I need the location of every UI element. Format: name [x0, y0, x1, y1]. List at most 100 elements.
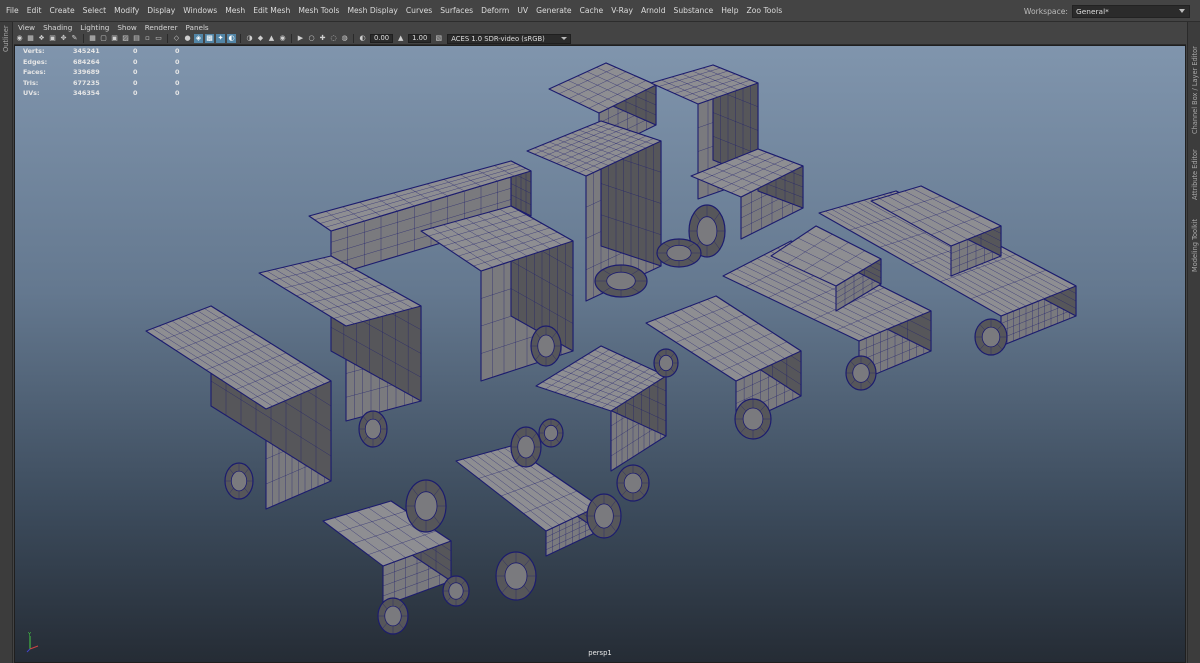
view-transform-icon[interactable]: ▧ [434, 34, 443, 43]
grease-pencil-icon[interactable]: ✎ [70, 34, 79, 43]
hud-v1: 684264 [73, 57, 100, 66]
menu-deform[interactable]: Deform [477, 0, 513, 22]
gamma-field[interactable]: 1.00 [408, 34, 432, 43]
workspace-dropdown[interactable]: General* [1072, 4, 1190, 18]
camera-name-label: persp1 [588, 649, 612, 657]
menu-uv[interactable]: UV [513, 0, 532, 22]
menu-mesh[interactable]: Mesh [221, 0, 249, 22]
svg-text:Y: Y [27, 632, 32, 638]
safe-title-icon[interactable]: ▭ [154, 34, 163, 43]
right-panel-strip: Channel Box / Layer Editor Attribute Edi… [1187, 22, 1200, 663]
menu-zoo-tools[interactable]: Zoo Tools [743, 0, 787, 22]
menu-edit-mesh[interactable]: Edit Mesh [249, 0, 294, 22]
film-gate-icon[interactable]: ▢ [99, 34, 108, 43]
xray-icon[interactable]: ○ [307, 34, 316, 43]
menu-display[interactable]: Display [143, 0, 179, 22]
modeling-toolkit-tab[interactable]: Modeling Toolkit [1191, 219, 1199, 272]
workspace-value: General* [1076, 6, 1109, 16]
menu-windows[interactable]: Windows [179, 0, 221, 22]
hud-label: UVs: [23, 89, 40, 98]
hud-v3: 0 [175, 57, 180, 66]
isolate-select-icon[interactable]: ▶ [296, 34, 305, 43]
menu-mesh-tools[interactable]: Mesh Tools [294, 0, 343, 22]
hud-v1: 339689 [73, 68, 100, 77]
chevron-down-icon [561, 37, 568, 40]
colorspace-value: ACES 1.0 SDR-video (sRGB) [451, 34, 545, 43]
menu-surfaces[interactable]: Surfaces [436, 0, 477, 22]
hud-v2: 0 [133, 89, 138, 98]
menu-v-ray[interactable]: V-Ray [607, 0, 637, 22]
textured-icon[interactable]: ▩ [205, 34, 214, 43]
safe-action-icon[interactable]: ▫ [143, 34, 152, 43]
menu-edit[interactable]: Edit [23, 0, 46, 22]
channel-box-tab[interactable]: Channel Box / Layer Editor [1191, 46, 1199, 134]
panel-menu-renderer[interactable]: Renderer [141, 22, 182, 33]
chevron-down-icon [1179, 9, 1185, 13]
colorspace-dropdown[interactable]: ACES 1.0 SDR-video (sRGB) [447, 33, 572, 44]
camera-select-icon[interactable]: ◉ [15, 34, 24, 43]
menu-cache[interactable]: Cache [576, 0, 608, 22]
camera-attributes-icon[interactable]: ▦ [26, 34, 35, 43]
2d-pan-icon[interactable]: ✥ [59, 34, 68, 43]
bookmark-icon[interactable]: ❖ [37, 34, 46, 43]
menu-select[interactable]: Select [79, 0, 110, 22]
hud-v1: 345241 [73, 47, 100, 56]
menu-generate[interactable]: Generate [532, 0, 575, 22]
exposure-icon[interactable]: ◐ [358, 34, 367, 43]
viewport-persp[interactable]: Verts: 345241 0 0 Edges: 684264 0 0 Faces: 339689… [14, 45, 1186, 663]
toolbar-separator [167, 34, 168, 43]
field-chart-icon[interactable]: ▤ [132, 34, 141, 43]
use-lights-icon[interactable]: ✦ [216, 34, 225, 43]
hud-v2: 0 [133, 68, 138, 77]
hud-row: Faces: 339689 0 0 [23, 67, 179, 78]
toolbar-separator [83, 34, 84, 43]
motion-blur-icon[interactable]: ◆ [256, 34, 265, 43]
wireframe-on-shaded-icon[interactable]: ◈ [194, 34, 203, 43]
panel-menu-bar: View Shading Lighting Show Renderer Panels [14, 22, 1186, 33]
menu-help[interactable]: Help [717, 0, 742, 22]
menu-substance[interactable]: Substance [670, 0, 718, 22]
menu-create[interactable]: Create [45, 0, 78, 22]
hud-v2: 0 [133, 57, 138, 66]
screen-space-ao-icon[interactable]: ◑ [245, 34, 254, 43]
hud-v2: 0 [133, 78, 138, 87]
xray-active-icon[interactable]: ◌ [329, 34, 338, 43]
workspace-label: Workspace: [1023, 6, 1068, 16]
anti-aliasing-icon[interactable]: ▲ [267, 34, 276, 43]
exposure-field[interactable]: 0.00 [370, 34, 394, 43]
xray-joints-icon[interactable]: ✚ [318, 34, 327, 43]
panel-menu-panels[interactable]: Panels [182, 22, 213, 33]
hud-row: UVs: 346354 0 0 [23, 88, 179, 99]
panel-menu-show[interactable]: Show [113, 22, 140, 33]
shadows-icon[interactable]: ◐ [227, 34, 236, 43]
menu-modify[interactable]: Modify [110, 0, 143, 22]
outliner-tab[interactable]: Outliner [2, 25, 10, 52]
menu-curves[interactable]: Curves [402, 0, 436, 22]
hud-label: Edges: [23, 57, 48, 66]
menu-mesh-display[interactable]: Mesh Display [343, 0, 401, 22]
gamma-icon[interactable]: ▲ [396, 34, 405, 43]
toolbar-separator [353, 34, 354, 43]
hud-v3: 0 [175, 78, 180, 87]
panel-menu-lighting[interactable]: Lighting [76, 22, 113, 33]
image-plane-icon[interactable]: ▣ [48, 34, 57, 43]
main-menu-bar: File Edit Create Select Modify Display Windows… [0, 0, 1200, 22]
menu-arnold[interactable]: Arnold [637, 0, 670, 22]
depth-of-field-icon[interactable]: ◉ [278, 34, 287, 43]
hud-row: Verts: 345241 0 0 [23, 46, 179, 57]
resolution-gate-icon[interactable]: ▣ [110, 34, 119, 43]
panel-menu-view[interactable]: View [14, 22, 39, 33]
hud-v3: 0 [175, 89, 180, 98]
menu-items: File Edit Create Select Modify Display Windows… [0, 0, 786, 21]
grid-icon[interactable]: ▦ [88, 34, 97, 43]
panel-menu-shading[interactable]: Shading [39, 22, 76, 33]
attribute-editor-tab[interactable]: Attribute Editor [1191, 149, 1199, 200]
wireframe-icon[interactable]: ◇ [172, 34, 181, 43]
toolbar-separator [291, 34, 292, 43]
backface-culling-icon[interactable]: ◍ [340, 34, 349, 43]
workspace-selector: Workspace: General* [1024, 4, 1190, 18]
smooth-shade-icon[interactable]: ● [183, 34, 192, 43]
hud-row: Tris: 677235 0 0 [23, 78, 179, 89]
gate-mask-icon[interactable]: ▨ [121, 34, 130, 43]
menu-file[interactable]: File [2, 0, 23, 22]
